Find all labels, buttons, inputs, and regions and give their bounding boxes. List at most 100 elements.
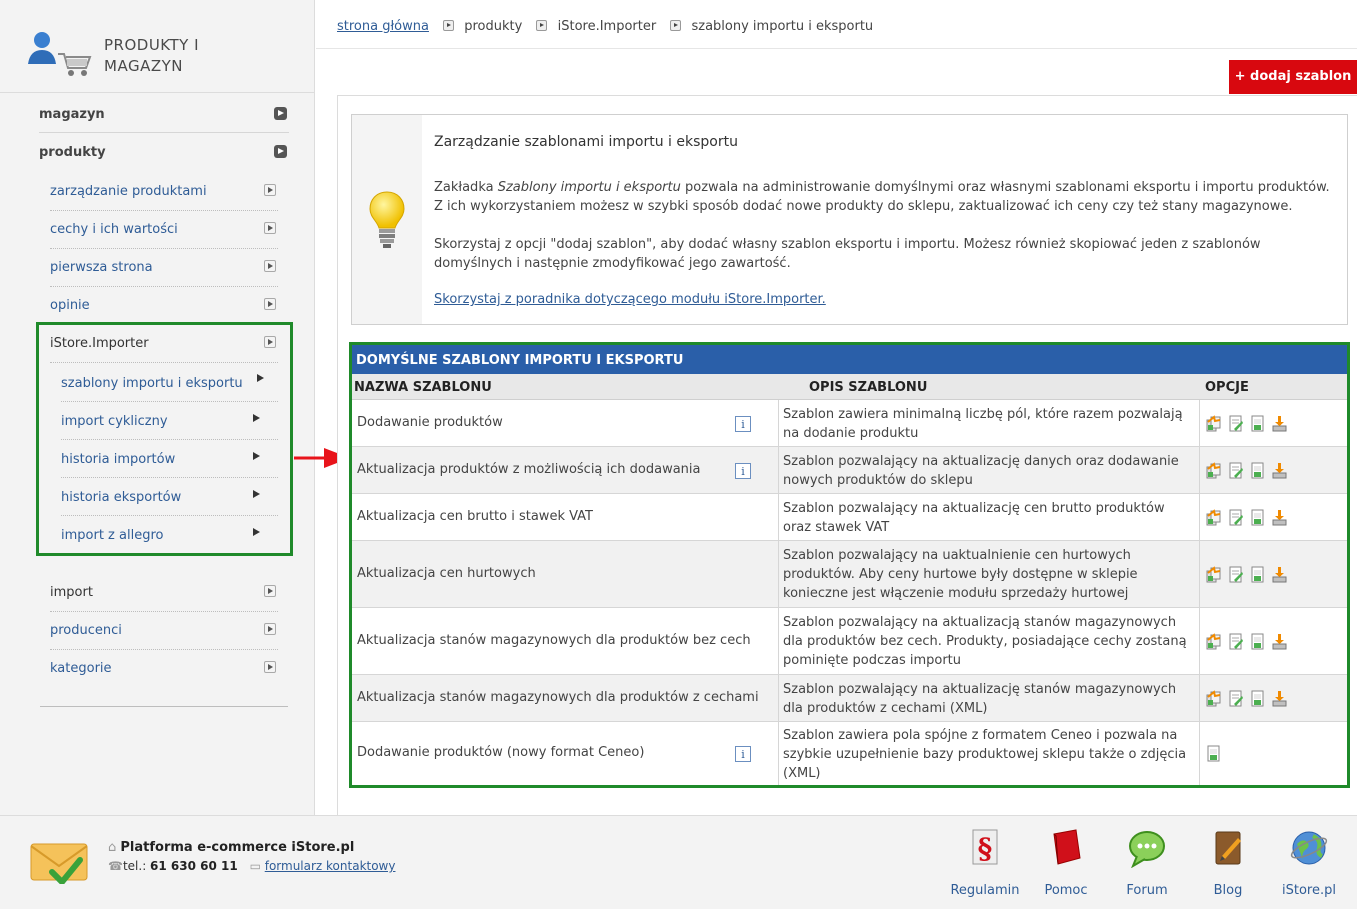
contact-form-link[interactable]: formularz kontaktowy	[265, 859, 396, 873]
import-template-icon[interactable]	[1249, 690, 1266, 707]
sidebar-item-cechy[interactable]: cechy i ich wartości	[50, 211, 278, 249]
export-template-icon[interactable]	[1271, 415, 1288, 432]
breadcrumb-item: szablony importu i eksportu	[691, 19, 874, 34]
breadcrumb-separator-icon	[536, 20, 548, 31]
info-box: Zarządzanie szablonami importu i eksport…	[351, 114, 1348, 325]
column-divider	[778, 722, 779, 785]
breadcrumb-item: produkty	[464, 19, 523, 34]
footer-link-forum[interactable]: Forum	[1107, 828, 1187, 898]
expand-icon	[274, 107, 287, 120]
add-template-button[interactable]: + dodaj szablon	[1229, 60, 1357, 94]
import-template-icon[interactable]	[1205, 745, 1222, 762]
footer-link-pomoc[interactable]: Pomoc	[1026, 828, 1106, 898]
export-template-icon[interactable]	[1271, 462, 1288, 479]
info-icon[interactable]: i	[735, 415, 751, 432]
arrow-right-icon	[264, 661, 276, 673]
menu-item-produkty[interactable]: produkty	[39, 134, 289, 171]
section-title-line1: PRODUKTY I	[104, 36, 199, 54]
table-title: DOMYŚLNE SZABLONY IMPORTU I EKSPORTU	[352, 345, 1347, 374]
column-divider	[1199, 447, 1200, 493]
section-title-line2: MAGAZYN	[104, 57, 183, 75]
sidebar-item-label: opinie	[50, 298, 90, 313]
column-header-options: OPCJE	[1205, 380, 1249, 395]
copy-template-icon[interactable]	[1205, 414, 1222, 432]
import-template-icon[interactable]	[1249, 509, 1266, 526]
template-description: Szablon pozwalający na aktualizacją stan…	[783, 615, 1187, 668]
template-name: Aktualizacja cen brutto i stawek VAT	[357, 508, 593, 524]
arrow-right-icon	[264, 623, 276, 635]
sidebar-item-import[interactable]: import	[50, 574, 278, 612]
sidebar: PRODUKTY I MAGAZYN magazyn produkty zarz…	[0, 0, 315, 815]
footer-contact: ☎tel.: 61 630 60 11 ▭ formularz kontakto…	[108, 859, 396, 873]
template-name: Aktualizacja cen hurtowych	[357, 565, 536, 581]
templates-table: DOMYŚLNE SZABLONY IMPORTU I EKSPORTU NAZ…	[349, 342, 1350, 788]
import-template-icon[interactable]	[1249, 462, 1266, 479]
sidebar-item-zarzadzanie-produktami[interactable]: zarządzanie produktami	[50, 173, 278, 211]
expand-icon	[274, 145, 287, 158]
footer-link-label: Forum	[1126, 883, 1168, 898]
table-row: Dodawanie produktów i Szablon zawiera mini…	[352, 400, 1347, 447]
column-divider	[1199, 675, 1200, 721]
column-divider	[1199, 400, 1200, 446]
import-template-icon[interactable]	[1249, 415, 1266, 432]
export-template-icon[interactable]	[1271, 566, 1288, 583]
footer-link-label: Blog	[1213, 883, 1243, 898]
copy-template-icon[interactable]	[1205, 689, 1222, 707]
breadcrumb: strona główna produkty iStore.Importer s…	[337, 19, 873, 39]
table-row: Aktualizacja produktów z możliwością ich…	[352, 447, 1347, 494]
import-template-icon[interactable]	[1249, 633, 1266, 650]
export-template-icon[interactable]	[1271, 690, 1288, 707]
edit-template-icon[interactable]	[1227, 690, 1244, 707]
highlight-box	[36, 322, 293, 556]
section-title: PRODUKTY I MAGAZYN	[104, 35, 284, 77]
template-description: Szablon zawiera minimalną liczbę pól, kt…	[783, 406, 1183, 441]
edit-template-icon[interactable]	[1227, 633, 1244, 650]
divider	[0, 92, 315, 93]
template-description: Szablon zawiera pola spójne z formatem C…	[783, 727, 1187, 781]
column-divider	[778, 675, 779, 721]
envelope-icon	[30, 843, 88, 884]
footer-link-istore[interactable]: iStore.pl	[1269, 828, 1349, 898]
help-book-icon	[1053, 829, 1081, 865]
sidebar-item-opinie[interactable]: opinie	[50, 287, 278, 325]
sidebar-item-pierwsza-strona[interactable]: pierwsza strona	[50, 249, 278, 287]
footer-link-regulamin[interactable]: § Regulamin	[945, 828, 1025, 898]
info-icon[interactable]: i	[735, 746, 751, 762]
column-divider	[1199, 608, 1200, 674]
footer-link-blog[interactable]: Blog	[1188, 828, 1268, 898]
arrow-right-icon	[264, 585, 276, 597]
column-divider	[1199, 494, 1200, 540]
sidebar-item-producenci[interactable]: producenci	[50, 612, 278, 650]
breadcrumb-home-link[interactable]: strona główna	[337, 19, 429, 34]
copy-template-icon[interactable]	[1205, 508, 1222, 526]
edit-template-icon[interactable]	[1227, 462, 1244, 479]
copy-template-icon[interactable]	[1205, 461, 1222, 479]
template-name: Aktualizacja stanów magazynowych dla pro…	[357, 689, 759, 705]
info-paragraph-1: Zakładka Szablony importu i eksportu poz…	[434, 180, 1330, 214]
globe-icon	[1290, 831, 1328, 865]
edit-template-icon[interactable]	[1227, 415, 1244, 432]
edit-template-icon[interactable]	[1227, 566, 1244, 583]
menu-item-magazyn[interactable]: magazyn	[39, 96, 289, 133]
regulations-icon: §	[972, 829, 998, 865]
edit-template-icon[interactable]	[1227, 509, 1244, 526]
sidebar-item-kategorie[interactable]: kategorie	[50, 650, 278, 688]
table-row: Dodawanie produktów (nowy format Ceneo) i…	[352, 722, 1347, 785]
user-cart-icon	[28, 32, 92, 76]
info-icon[interactable]: i	[735, 462, 751, 479]
column-divider	[778, 541, 779, 607]
copy-template-icon[interactable]	[1205, 632, 1222, 650]
import-template-icon[interactable]	[1249, 566, 1266, 583]
guide-link[interactable]: Skorzystaj z poradnika dotyczącego moduł…	[434, 292, 826, 307]
sidebar-item-label: producenci	[50, 623, 122, 638]
export-template-icon[interactable]	[1271, 509, 1288, 526]
export-template-icon[interactable]	[1271, 633, 1288, 650]
column-divider	[778, 400, 779, 446]
arrow-right-icon	[264, 298, 276, 310]
copy-template-icon[interactable]	[1205, 565, 1222, 583]
menu-item-label: magazyn	[39, 107, 105, 122]
menu-item-label: produkty	[39, 145, 106, 160]
column-header-description: OPIS SZABLONU	[809, 380, 928, 395]
footer-link-label: Pomoc	[1044, 883, 1088, 898]
template-name: Aktualizacja stanów magazynowych dla pro…	[357, 632, 751, 648]
